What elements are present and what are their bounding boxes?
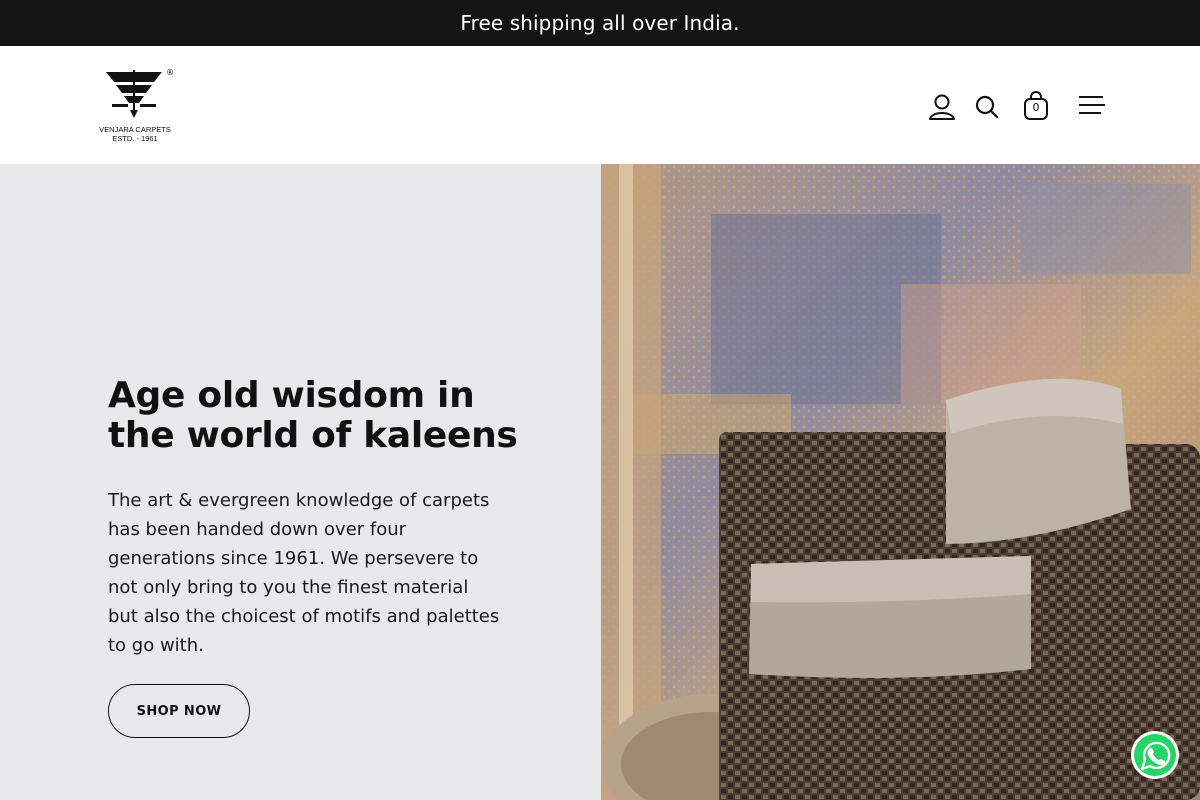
account-icon[interactable] — [927, 92, 957, 122]
logo-mark-icon — [106, 70, 162, 118]
announcement-bar: Free shipping all over India. — [0, 0, 1200, 46]
whatsapp-icon — [1131, 731, 1179, 779]
hero-image — [601, 164, 1200, 800]
search-icon[interactable] — [974, 94, 1000, 120]
hero-title: Age old wisdom in the world of kaleens — [108, 375, 518, 456]
announcement-text: Free shipping all over India. — [460, 11, 740, 35]
carpet-and-chair-image — [601, 164, 1200, 800]
site-logo[interactable]: ® VENJARA CARPETS ESTD. - 1961 — [96, 68, 176, 144]
cart-count: 0 — [1032, 101, 1040, 114]
hero-text-panel: Age old wisdom in the world of kaleens T… — [0, 164, 601, 800]
menu-icon[interactable] — [1078, 94, 1106, 116]
logo-estd: ESTD. - 1961 — [112, 134, 158, 143]
hero-description: The art & evergreen knowledge of carpets… — [108, 490, 500, 656]
whatsapp-chat-button[interactable] — [1130, 730, 1180, 780]
shop-now-button[interactable]: SHOP NOW — [108, 684, 250, 738]
registered-mark: ® — [166, 68, 174, 77]
site-header: ® VENJARA CARPETS ESTD. - 1961 0 — [0, 46, 1200, 164]
cart-icon[interactable]: 0 — [1022, 90, 1050, 122]
logo-name: VENJARA CARPETS — [99, 125, 171, 134]
